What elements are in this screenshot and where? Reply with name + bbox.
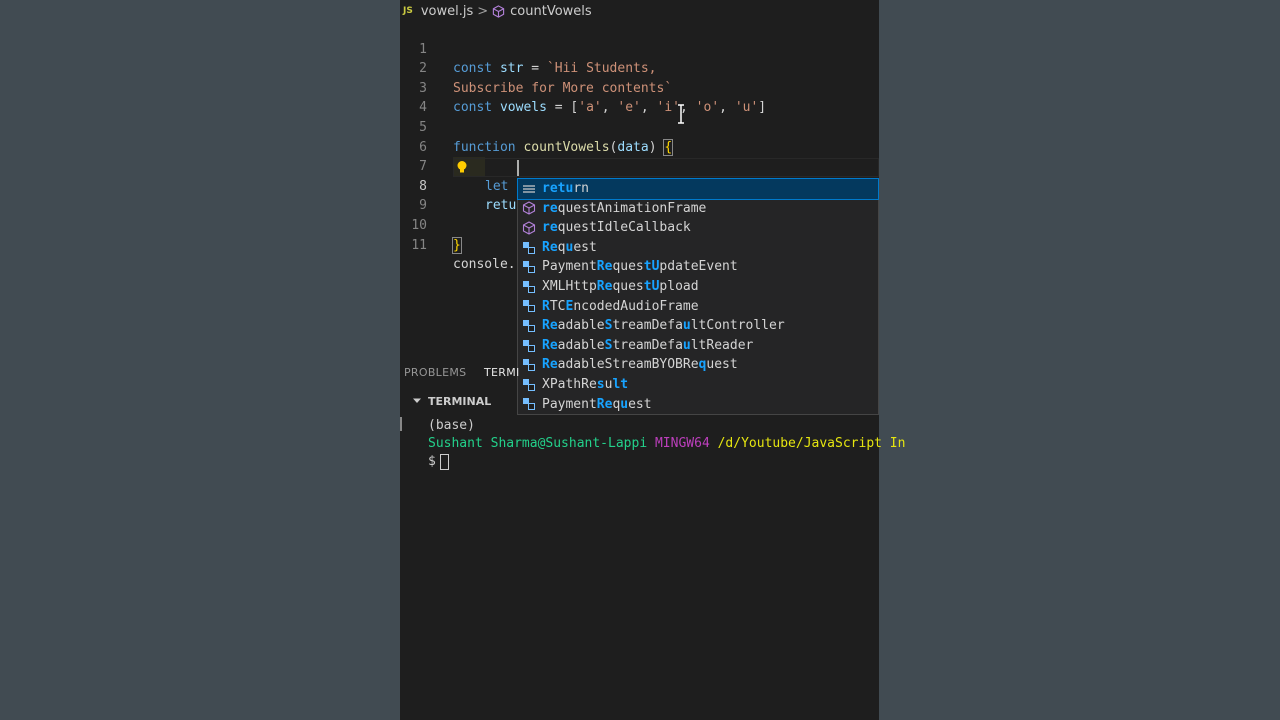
terminal-prompt: $: [428, 453, 449, 471]
suggestion-label: ReadableStreamDefaultController: [542, 318, 785, 334]
method-icon: [522, 201, 536, 216]
left-backdrop: [0, 0, 400, 720]
suggestion-label: requestIdleCallback: [542, 220, 691, 236]
code-line: 5 function countVowels(data) {: [400, 98, 879, 156]
class-icon: [522, 339, 536, 353]
breadcrumb-file[interactable]: vowel.js: [421, 4, 473, 19]
panel-tabs: PROBLEMS TERMI: [400, 356, 879, 391]
code-line: 7: [400, 138, 879, 174]
terminal[interactable]: (base) Sushant Sharma@Sushant-Lappi MING…: [400, 413, 905, 720]
symbol-function-icon: [492, 4, 505, 18]
tab-problems[interactable]: PROBLEMS: [404, 366, 466, 379]
mouse-ibeam-icon: [678, 104, 684, 124]
suggestion-item[interactable]: requestAnimationFrame: [518, 199, 878, 219]
suggestion-label: PaymentRequestUpdateEvent: [542, 259, 738, 275]
class-icon: [522, 260, 536, 274]
class-icon: [522, 241, 536, 255]
line-number: 11: [411, 237, 427, 253]
terminal-decoration: [400, 417, 402, 431]
terminal-line: Sushant Sharma@Sushant-Lappi MINGW64 /d/…: [428, 436, 906, 451]
right-backdrop: [879, 0, 1280, 720]
tab-terminal[interactable]: TERMI: [484, 366, 520, 379]
suggestion-item[interactable]: RTCEncodedAudioFrame: [518, 297, 878, 317]
code-line: 2 Subscribe for More contents`: [400, 40, 879, 96]
js-file-icon: JS: [403, 6, 413, 16]
chevron-right-icon: >: [477, 3, 489, 19]
suggestion-item[interactable]: return: [517, 178, 879, 200]
terminal-line: (base): [428, 418, 475, 433]
closing-brace: }: [452, 236, 462, 254]
suggestion-label: XMLHttpRequestUpload: [542, 278, 699, 294]
keyword-icon: [522, 182, 536, 196]
chevron-down-icon: [413, 398, 421, 403]
code-line: 3 const vowels = ['a', 'e', 'i', 'o', 'u…: [400, 59, 879, 116]
suggestion-item[interactable]: XMLHttpRequestUpload: [518, 277, 878, 297]
suggestion-label: Request: [542, 239, 597, 255]
code-line: 6 let count =0;: [400, 118, 879, 194]
suggestion-label: requestAnimationFrame: [542, 200, 707, 216]
class-icon: [522, 319, 536, 333]
suggestion-item[interactable]: Request: [518, 238, 878, 258]
suggestion-label: ReadableStreamDefaultReader: [542, 337, 754, 353]
class-icon: [522, 280, 536, 294]
breadcrumb: JS vowel.js > countVowels: [400, 0, 879, 22]
code-line: 1 const str = `Hii Students,: [400, 20, 879, 77]
method-icon: [522, 221, 536, 235]
terminal-section-header[interactable]: TERMINAL: [400, 391, 879, 413]
terminal-cursor: [439, 453, 449, 470]
code-line: 4: [400, 79, 879, 115]
text-cursor: [517, 160, 519, 176]
suggestion-label: RTCEncodedAudioFrame: [542, 298, 699, 314]
terminal-title: TERMINAL: [428, 395, 492, 408]
breadcrumb-symbol[interactable]: countVowels: [510, 4, 592, 19]
suggestion-item[interactable]: ReadableStreamDefaultController: [518, 316, 878, 336]
suggestion-label: return: [542, 181, 589, 196]
suggestion-item[interactable]: PaymentRequestUpdateEvent: [518, 257, 878, 277]
suggestion-item[interactable]: requestIdleCallback: [518, 218, 878, 238]
class-icon: [522, 299, 536, 313]
lightbulb-icon[interactable]: [455, 160, 469, 174]
suggestion-item[interactable]: ReadableStreamDefaultReader: [518, 336, 878, 356]
